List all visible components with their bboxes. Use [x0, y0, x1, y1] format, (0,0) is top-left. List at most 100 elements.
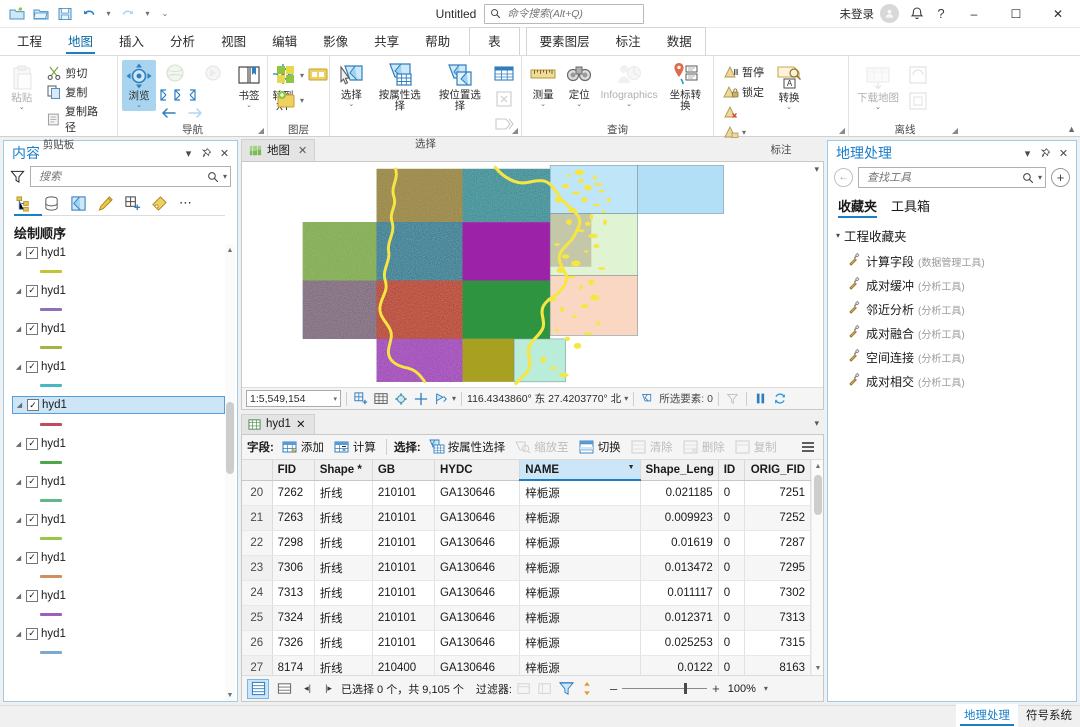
- ribbon-tab-imagery[interactable]: 影像: [310, 28, 361, 55]
- zoom-to-selection-icon[interactable]: [493, 88, 515, 110]
- notifications-icon[interactable]: [906, 3, 928, 25]
- add-graphics-icon[interactable]: [352, 390, 369, 407]
- list-by-editing-icon[interactable]: [95, 193, 115, 213]
- table-cell-Shape_Leng[interactable]: 0.011117: [640, 580, 718, 605]
- delete-selection-button[interactable]: 删除: [680, 438, 728, 456]
- folder-expand-caret-icon[interactable]: ▾: [836, 231, 840, 240]
- navigate-dialog-launcher-icon[interactable]: ◢: [258, 126, 264, 135]
- layer-visibility-checkbox[interactable]: ✓: [26, 476, 38, 488]
- geoprocessing-menu-icon[interactable]: ▾: [1019, 145, 1036, 162]
- help-icon[interactable]: ?: [930, 3, 952, 25]
- ribbon-tab-insert[interactable]: 插入: [106, 28, 157, 55]
- layer-expand-icon[interactable]: ◢: [14, 440, 23, 448]
- sign-in-label[interactable]: 未登录: [840, 6, 875, 22]
- coordinate-conversion-button[interactable]: 坐标转换: [662, 60, 709, 113]
- ribbon-tab-table[interactable]: 表: [469, 27, 520, 55]
- more-labeling-caret-icon[interactable]: ▾: [742, 128, 746, 137]
- new-project-icon[interactable]: [6, 3, 28, 25]
- gp-tab-toolboxes[interactable]: 工具箱: [891, 196, 930, 218]
- calculate-field-button[interactable]: 计算: [331, 438, 379, 456]
- table-cell-Shape_Leng[interactable]: 0.012371: [640, 605, 718, 630]
- selection-dialog-launcher-icon[interactable]: ◢: [512, 126, 518, 135]
- attribute-grid[interactable]: FID Shape * GB HYDC NAME ▼ Shape_Leng ID ORIG_FI…: [242, 460, 823, 675]
- table-cell-HYDC[interactable]: GA130646: [434, 480, 519, 505]
- table-cell-FID[interactable]: 7262: [272, 480, 314, 505]
- table-cell-NAME[interactable]: 梓栀源: [520, 530, 640, 555]
- table-cell-Shape_Leng[interactable]: 0.025253: [640, 630, 718, 655]
- locate-button[interactable]: 定位 ⌄: [562, 60, 596, 109]
- table-cell-ID[interactable]: 0: [718, 655, 744, 675]
- table-panel-collapse-icon[interactable]: ▾: [814, 418, 819, 429]
- bookmarks-button[interactable]: 书签 ⌄: [232, 60, 266, 110]
- table-cell-NAME[interactable]: 梓栀源: [520, 555, 640, 580]
- table-cell-NAME[interactable]: 梓栀源: [520, 505, 640, 530]
- map-scale-caret-icon[interactable]: ▾: [333, 395, 337, 403]
- command-search-box[interactable]: [484, 4, 644, 24]
- filter-icon[interactable]: [10, 169, 25, 184]
- table-cell-GB[interactable]: 210101: [372, 480, 434, 505]
- table-view-tab[interactable]: hyd1 ✕: [241, 414, 315, 434]
- table-vertical-scrollbar[interactable]: ▲ ▼: [811, 460, 823, 675]
- grid-icon[interactable]: [372, 390, 389, 407]
- list-by-snapping-icon[interactable]: [122, 193, 142, 213]
- table-cell-rownum[interactable]: 27: [242, 655, 272, 675]
- layer-visibility-checkbox[interactable]: ✓: [27, 399, 39, 411]
- explore-caret-icon[interactable]: ⌄: [136, 102, 142, 109]
- layer-visibility-checkbox[interactable]: ✓: [26, 628, 38, 640]
- table-cell-GB[interactable]: 210101: [372, 605, 434, 630]
- table-row[interactable]: 23 7306 折线 210101 GA130646 梓栀源 0.013472 0 7295: [242, 555, 811, 580]
- table-row[interactable]: 22 7298 折线 210101 GA130646 梓栀源 0.01619 0 7287: [242, 530, 811, 555]
- contents-search-input[interactable]: [37, 170, 207, 184]
- table-cell-ID[interactable]: 0: [718, 530, 744, 555]
- ribbon-tab-feature-layer[interactable]: 要素图层: [527, 28, 603, 55]
- geoprocessing-tool-item[interactable]: 计算字段 (数据管理工具): [836, 249, 1076, 273]
- table-cell-ORIG_FID[interactable]: 7251: [744, 480, 810, 505]
- table-cell-FID[interactable]: 7313: [272, 580, 314, 605]
- contents-pin-icon[interactable]: [198, 145, 215, 162]
- table-cell-ID[interactable]: 0: [718, 555, 744, 580]
- list-by-labeling-icon[interactable]: [149, 193, 169, 213]
- table-cell-ID[interactable]: 0: [718, 480, 744, 505]
- customize-qat-icon[interactable]: ⌄: [156, 3, 174, 25]
- labeling-dialog-launcher-icon[interactable]: ◢: [839, 126, 845, 135]
- layer-symbol-row[interactable]: [12, 528, 237, 549]
- map-tools-caret-icon[interactable]: ▾: [452, 394, 456, 403]
- column-header-HYDC[interactable]: HYDC: [434, 460, 519, 480]
- table-cell-HYDC[interactable]: GA130646: [434, 630, 519, 655]
- table-cell-FID[interactable]: 7326: [272, 630, 314, 655]
- geoprocessing-tool-item[interactable]: 邻近分析 (分析工具): [836, 297, 1076, 321]
- layer-visibility-checkbox[interactable]: ✓: [26, 552, 38, 564]
- layer-symbol-row[interactable]: [12, 375, 237, 396]
- zoom-in-button[interactable]: +: [712, 681, 720, 696]
- table-cell-rownum[interactable]: 23: [242, 555, 272, 580]
- table-cell-NAME[interactable]: 梓栀源: [520, 655, 640, 675]
- gp-tab-favorites[interactable]: 收藏夹: [838, 196, 877, 218]
- toc-layer-item[interactable]: ◢ ✓ hyd1: [12, 549, 237, 566]
- table-cell-GB[interactable]: 210400: [372, 655, 434, 675]
- table-cell-FID[interactable]: 7324: [272, 605, 314, 630]
- table-cell-Shape[interactable]: 折线: [314, 580, 372, 605]
- copy-path-button[interactable]: 复制路径: [43, 102, 111, 136]
- toc-layer-item[interactable]: ◢ ✓ hyd1: [12, 511, 237, 528]
- table-cell-Shape[interactable]: 折线: [314, 480, 372, 505]
- column-header-ID[interactable]: ID: [718, 460, 744, 480]
- table-cell-rownum[interactable]: 25: [242, 605, 272, 630]
- zoom-out-button[interactable]: –: [610, 681, 617, 696]
- table-cell-Shape[interactable]: 折线: [314, 655, 372, 675]
- table-cell-Shape_Leng[interactable]: 0.01619: [640, 530, 718, 555]
- more-options-icon[interactable]: ⋯: [176, 193, 196, 213]
- layer-symbol-row[interactable]: [12, 452, 237, 473]
- table-cell-rownum[interactable]: 21: [242, 505, 272, 530]
- locate-caret-icon[interactable]: ⌄: [576, 101, 582, 108]
- table-cell-NAME[interactable]: 梓栀源: [520, 480, 640, 505]
- map-panel-collapse-icon[interactable]: ▾: [814, 164, 819, 175]
- geoprocessing-search-caret-icon[interactable]: ▾: [1038, 173, 1042, 182]
- search-icon[interactable]: [1022, 172, 1034, 184]
- measure-caret-icon[interactable]: ⌄: [540, 101, 546, 108]
- layer-visibility-checkbox[interactable]: ✓: [26, 590, 38, 602]
- table-cell-GB[interactable]: 210101: [372, 555, 434, 580]
- layer-symbol-row[interactable]: [12, 642, 237, 663]
- list-by-data-source-icon[interactable]: [41, 193, 61, 213]
- layer-symbol-row[interactable]: [12, 490, 237, 511]
- add-data-caret-icon[interactable]: ▾: [300, 96, 304, 105]
